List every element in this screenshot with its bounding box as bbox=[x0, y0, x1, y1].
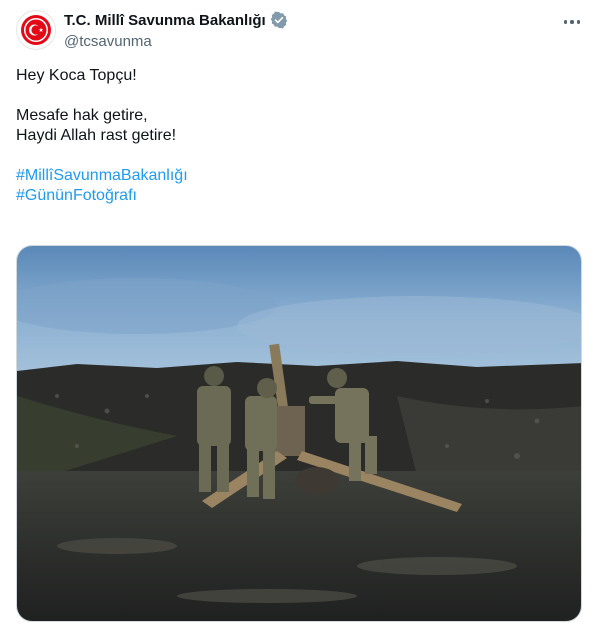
verified-badge-icon bbox=[270, 11, 287, 29]
artillery-crew-photo bbox=[17, 246, 581, 621]
tweet-line: Mesafe hak getire, bbox=[16, 107, 148, 124]
author-handle[interactable]: @tcsavunma bbox=[64, 33, 152, 50]
tweet-line: Haydi Allah rast getire! bbox=[16, 127, 177, 144]
hashtag-link[interactable]: #GününFotoğrafı bbox=[16, 186, 582, 206]
tweet-line: Hey Koca Topçu! bbox=[16, 67, 137, 84]
more-options-button[interactable] bbox=[560, 12, 584, 32]
author-display-name[interactable]: T.C. Millî Savunma Bakanlığı bbox=[64, 12, 266, 29]
avatar[interactable] bbox=[16, 10, 56, 50]
tweet-photo[interactable] bbox=[16, 245, 582, 622]
tweet-card: T.C. Millî Savunma Bakanlığı @tcsavunma … bbox=[0, 0, 598, 627]
author-name-row[interactable]: T.C. Millî Savunma Bakanlığı bbox=[64, 11, 288, 29]
more-options-icon bbox=[563, 20, 568, 24]
ministry-emblem-icon bbox=[21, 15, 51, 45]
tweet-text: Hey Koca Topçu! Mesafe hak getire, Haydi… bbox=[16, 66, 582, 206]
hashtag-link[interactable]: #MillîSavunmaBakanlığı bbox=[16, 166, 582, 186]
